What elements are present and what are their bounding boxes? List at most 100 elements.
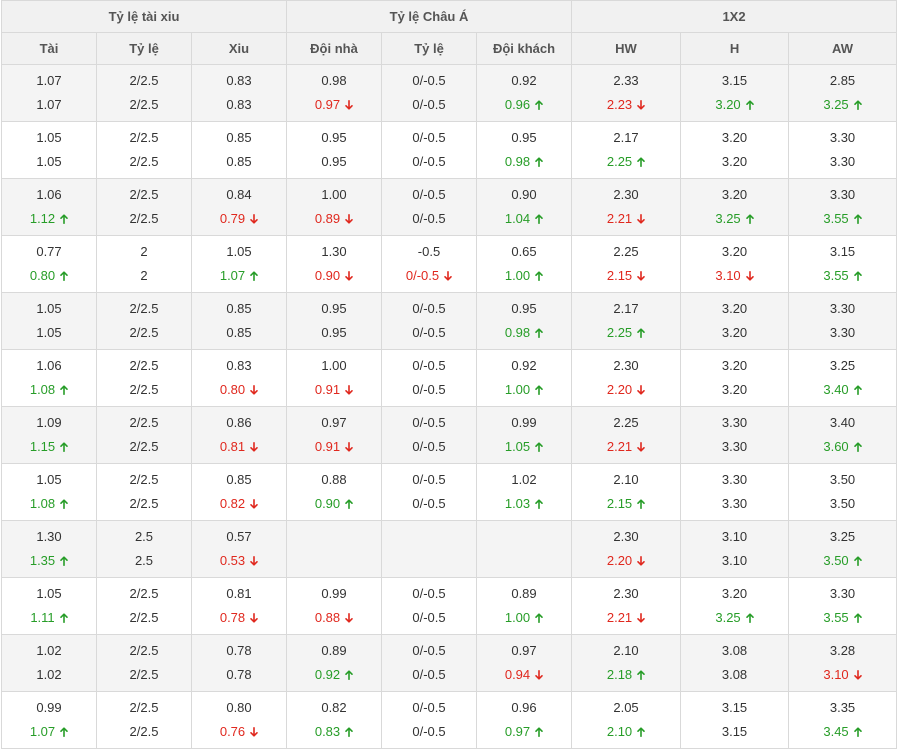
odds-value: 0.57 xyxy=(226,529,252,544)
odds-value: 0.96 xyxy=(504,97,531,112)
arrow-up-icon xyxy=(345,727,353,737)
odds-value: 1.02 xyxy=(511,472,537,487)
opening-odds: 2/2.5 xyxy=(97,126,191,150)
cell-ah-line: 0/-0.5 0/-0.5 xyxy=(381,634,477,692)
odds-value: 0.81 xyxy=(226,586,252,601)
arrow-up-icon xyxy=(345,499,353,509)
odds-value: 1.09 xyxy=(36,415,62,430)
col-header-home: Đội nhà xyxy=(286,32,382,65)
arrow-up-icon xyxy=(853,214,862,224)
current-odds: 1.03 xyxy=(477,492,571,516)
odds-value: 0.85 xyxy=(226,154,252,169)
odds-value: 0/-0.5 xyxy=(412,154,446,169)
odds-value: 0.80 xyxy=(226,700,252,715)
odds-value: 0.84 xyxy=(226,187,252,202)
cell-home-win: 2.30 2.20 xyxy=(571,349,682,407)
odds-value: 0.83 xyxy=(226,73,252,88)
arrow-up-icon xyxy=(853,727,862,737)
odds-value: 1.15 xyxy=(29,439,56,454)
odds-value: 3.30 xyxy=(721,439,748,454)
current-odds: 2/2.5 xyxy=(97,435,191,459)
odds-value: 0.83 xyxy=(314,724,341,739)
opening-odds: 3.15 xyxy=(681,696,788,720)
cell-ou-line: 2/2.5 2/2.5 xyxy=(96,691,192,749)
odds-value: 3.15 xyxy=(829,244,856,259)
current-odds: 1.02 xyxy=(2,663,96,687)
current-odds: 1.11 xyxy=(2,606,96,630)
opening-odds: 2/2.5 xyxy=(97,411,191,435)
opening-odds: 0.85 xyxy=(192,468,286,492)
cell-ah-line: 0/-0.5 0/-0.5 xyxy=(381,577,477,635)
opening-odds: 0.82 xyxy=(287,696,381,720)
odds-value: 0.88 xyxy=(314,610,341,625)
odds-value: 2/2.5 xyxy=(129,187,159,202)
cell-home-win: 2.10 2.18 xyxy=(571,634,682,692)
arrow-up-icon xyxy=(535,727,543,737)
opening-odds: 0.57 xyxy=(192,525,286,549)
arrow-down-icon xyxy=(250,613,258,623)
current-odds: 1.00 xyxy=(477,378,571,402)
odds-value: 3.20 xyxy=(721,358,748,373)
current-odds: 3.55 xyxy=(789,207,896,231)
odds-value: 2.21 xyxy=(606,439,633,454)
opening-odds: 0.97 xyxy=(477,639,571,663)
odds-value: 0.96 xyxy=(511,700,537,715)
cell-away: 0.95 0.98 xyxy=(475,292,573,350)
odds-value: 3.25 xyxy=(715,211,741,226)
current-odds: 0.80 xyxy=(192,378,286,402)
opening-odds: 2.17 xyxy=(572,126,680,150)
cell-ou-line: 22 xyxy=(96,235,192,293)
cell-home-win: 2.25 2.15 xyxy=(571,235,682,293)
cell-home: 0.98 0.97 xyxy=(286,64,382,122)
odds-value: 3.15 xyxy=(721,724,748,739)
arrow-down-icon xyxy=(250,442,258,452)
odds-value: 3.35 xyxy=(829,700,856,715)
arrow-up-icon xyxy=(535,385,543,395)
odds-value: 2.23 xyxy=(606,97,633,112)
current-odds: 1.05 xyxy=(477,435,571,459)
current-odds: 2/2.5 xyxy=(97,663,191,687)
current-odds: 2 xyxy=(97,264,191,288)
odds-value: 2.05 xyxy=(613,700,639,715)
odds-value: 0/-0.5 xyxy=(412,187,446,202)
odds-value: 2.5 xyxy=(134,553,154,568)
cell-home: 0.99 0.88 xyxy=(286,577,382,635)
cell-under: 0.85 0.85 xyxy=(191,292,287,350)
cell-draw: 3.20 3.25 xyxy=(680,577,790,635)
odds-value: 2.30 xyxy=(613,529,639,544)
col-header-over: Tài xyxy=(1,32,97,65)
odds-value: 0/-0.5 xyxy=(412,586,446,601)
opening-odds: 1.06 xyxy=(2,183,96,207)
odds-value: 0.65 xyxy=(511,244,537,259)
odds-value: 0.79 xyxy=(219,211,246,226)
arrow-down-icon xyxy=(853,670,862,680)
cell-away-win: 3.35 3.45 xyxy=(788,691,897,749)
odds-value: 3.08 xyxy=(721,667,748,682)
opening-odds: 2.10 xyxy=(572,639,680,663)
cell-draw: 3.30 3.30 xyxy=(680,406,790,464)
current-odds: 1.08 xyxy=(2,378,96,402)
cell-ou-line: 2/2.5 2/2.5 xyxy=(96,64,192,122)
cell-away: 0.99 1.05 xyxy=(475,406,573,464)
current-odds: 0.53 xyxy=(192,549,286,573)
odds-value: 3.30 xyxy=(829,187,856,202)
odds-value: 1.06 xyxy=(36,358,62,373)
opening-odds: 0.89 xyxy=(477,582,571,606)
opening-odds: 0.83 xyxy=(192,354,286,378)
col-header-under: Xiu xyxy=(191,32,287,65)
arrow-up-icon xyxy=(60,214,68,224)
table-row: 1.07 1.07 2/2.5 2/2.5 0.83 0.83 0.98 0.97 0/-0.5… xyxy=(1,64,897,122)
arrow-up-icon xyxy=(535,100,543,110)
odds-value: 1.00 xyxy=(504,268,531,283)
arrow-down-icon xyxy=(345,271,353,281)
opening-odds: 0.99 xyxy=(2,696,96,720)
cell-ah-line: 0/-0.5 0/-0.5 xyxy=(381,691,477,749)
cell-home: 0.88 0.90 xyxy=(286,463,382,521)
odds-value: 1.08 xyxy=(29,496,56,511)
odds-value: 3.20 xyxy=(721,154,748,169)
current-odds: 0.83 xyxy=(287,720,381,744)
odds-value: 0/-0.5 xyxy=(412,415,446,430)
odds-value: 2.21 xyxy=(606,610,633,625)
cell-away: 0.92 0.96 xyxy=(475,64,573,122)
arrow-up-icon xyxy=(853,385,862,395)
